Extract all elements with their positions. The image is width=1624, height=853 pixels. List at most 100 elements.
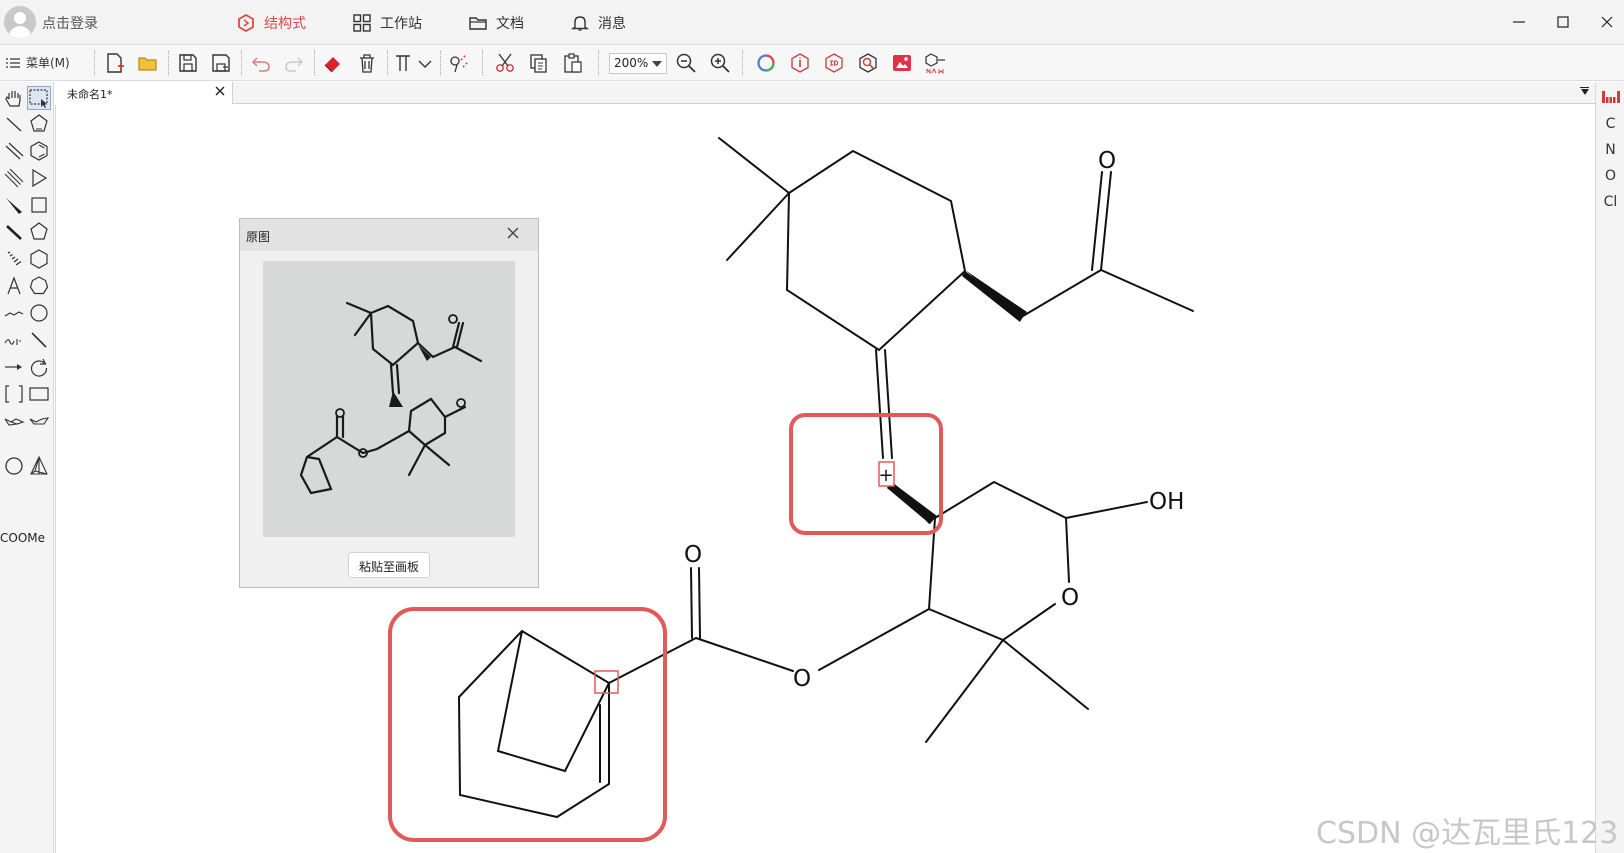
save-button[interactable]	[177, 52, 199, 74]
hydroxyl-bond	[1065, 501, 1148, 519]
save-as-button[interactable]	[210, 52, 232, 74]
delete-button[interactable]	[356, 52, 378, 74]
paste-button[interactable]	[562, 52, 584, 74]
hexagon-icon	[30, 249, 48, 269]
search-structure-button[interactable]	[857, 52, 879, 74]
login-link[interactable]: 点击登录	[42, 13, 98, 33]
toolbar-divider	[241, 51, 242, 75]
redo-button[interactable]	[283, 52, 305, 74]
text-format-button[interactable]	[394, 52, 416, 74]
octagon-tool[interactable]	[27, 301, 51, 325]
text-tool[interactable]	[2, 274, 26, 298]
highlight-box-stereocenter	[789, 413, 943, 535]
copy-icon	[530, 54, 547, 73]
rectangle-tool[interactable]	[27, 382, 51, 406]
search-structure-icon	[859, 53, 877, 73]
new-doc-icon	[107, 53, 124, 73]
undo-button[interactable]	[250, 52, 272, 74]
zoom-out-button[interactable]	[675, 52, 697, 74]
zoom-value: 200%	[614, 56, 649, 70]
element-bar: C N O Cl	[1595, 82, 1624, 853]
maximize-button[interactable]	[1548, 10, 1578, 34]
triple-bond-tool[interactable]	[2, 166, 26, 190]
image-recognize-button[interactable]	[891, 52, 913, 74]
chair-conformation-tool[interactable]	[2, 409, 26, 433]
wedge-bond	[962, 271, 1023, 322]
triangle-tool[interactable]	[27, 166, 51, 190]
hand-tool[interactable]	[2, 86, 26, 110]
square-tool[interactable]	[27, 193, 51, 217]
coome-template[interactable]: COOMe	[0, 531, 45, 545]
open-button[interactable]	[137, 52, 159, 74]
color-ring-button[interactable]	[755, 52, 777, 74]
boat-conformation-tool[interactable]	[27, 409, 51, 433]
select-tool[interactable]	[27, 86, 51, 110]
double-bond-tool[interactable]	[2, 139, 26, 163]
tab-messages[interactable]: 消息	[570, 11, 626, 35]
avatar[interactable]	[4, 6, 36, 38]
exocyclic-double-bond	[875, 349, 893, 459]
methyl-bond	[718, 137, 790, 194]
cut-button[interactable]	[494, 52, 516, 74]
tab-structure[interactable]: 结构式	[236, 11, 306, 35]
wavy-bond-icon	[4, 339, 21, 345]
wavy-bond-tool[interactable]	[2, 328, 26, 352]
upper-ring	[785, 149, 967, 352]
benzene-tool[interactable]	[27, 139, 51, 163]
tab-list-divider	[1580, 87, 1589, 88]
copy-button[interactable]	[528, 52, 550, 74]
eraser-button[interactable]	[322, 52, 344, 74]
menu-button[interactable]: 菜单(M)	[6, 54, 70, 71]
chem-check-button[interactable]	[448, 52, 470, 74]
minimize-button[interactable]	[1504, 10, 1534, 34]
doc-tab[interactable]: 未命名1*	[55, 82, 233, 104]
marquee-select-icon	[29, 89, 48, 108]
bold-bond-tool[interactable]	[2, 220, 26, 244]
pentagon-tool[interactable]	[27, 220, 51, 244]
chem-check-icon	[450, 54, 469, 73]
wedge-bond-tool[interactable]	[2, 193, 26, 217]
zoom-select[interactable]: 200%	[609, 53, 667, 74]
panel-header: 原图	[240, 219, 538, 251]
single-bond-tool[interactable]	[2, 112, 26, 136]
new-doc-button[interactable]	[104, 52, 126, 74]
maximize-icon	[1557, 16, 1569, 28]
close-tab-button[interactable]	[215, 84, 225, 100]
close-window-button[interactable]	[1592, 10, 1622, 34]
chain-tool[interactable]	[2, 301, 26, 325]
tab-documents[interactable]: 文档	[468, 11, 524, 35]
element-carbon[interactable]: C	[1596, 116, 1624, 132]
bracket-tool[interactable]	[2, 382, 26, 406]
hexagon-tool[interactable]	[27, 247, 51, 271]
info-button[interactable]	[789, 52, 811, 74]
pyramid-tool[interactable]	[27, 454, 51, 478]
text-format-dropdown[interactable]	[414, 52, 436, 74]
element-oxygen[interactable]: O	[1596, 168, 1624, 184]
hashed-bond-tool[interactable]	[2, 247, 26, 271]
rotate-tool[interactable]	[27, 355, 51, 379]
cyclopentadiene-tool[interactable]	[27, 112, 51, 136]
pentagon-icon	[30, 222, 48, 240]
panel-title: 原图	[246, 230, 271, 244]
periodic-table-button[interactable]	[1596, 90, 1624, 108]
toolbar-divider	[742, 51, 743, 75]
ester-bond	[695, 637, 794, 672]
plus-charge-marker: +	[878, 465, 893, 486]
3d-button[interactable]	[823, 52, 845, 74]
paste-to-canvas-button[interactable]: 粘贴至画板	[348, 552, 430, 578]
name-button[interactable]	[925, 52, 947, 75]
line-tool[interactable]	[27, 328, 51, 352]
element-nitrogen[interactable]: N	[1596, 142, 1624, 158]
title-bar: 点击登录 结构式 工作站 文档 消息	[0, 0, 1624, 45]
circle-tool[interactable]	[2, 454, 26, 478]
toolbar-divider	[314, 51, 315, 75]
tab-messages-label: 消息	[598, 16, 626, 32]
tab-workstation[interactable]: 工作站	[352, 11, 422, 35]
element-chlorine[interactable]: Cl	[1596, 194, 1624, 210]
zoom-in-button[interactable]	[709, 52, 731, 74]
heptagon-tool[interactable]	[27, 274, 51, 298]
bicyclic-bond	[458, 682, 610, 819]
panel-close-button[interactable]	[507, 223, 519, 244]
tab-list-dropdown[interactable]	[1581, 89, 1589, 95]
arrow-tool[interactable]	[2, 355, 26, 379]
